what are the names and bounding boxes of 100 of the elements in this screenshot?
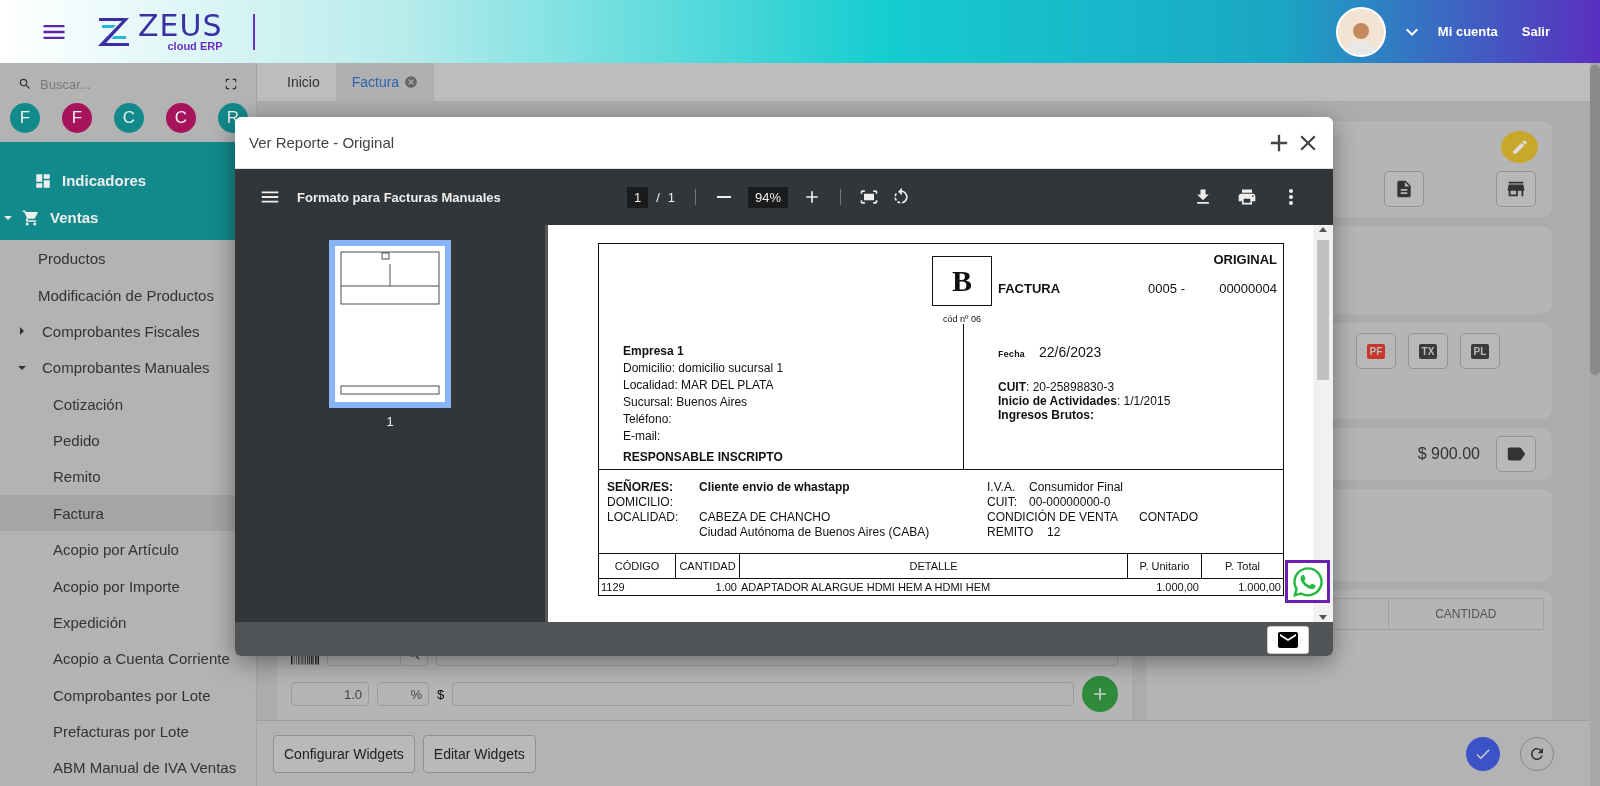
minus-icon — [717, 196, 732, 198]
column-header: P. Unitario — [1127, 554, 1201, 578]
page-thumbnail[interactable] — [329, 240, 451, 408]
customer-value: CABEZA DE CHANCHO — [699, 510, 832, 524]
customer-value: Ciudad Autónoma de Buenos Aires (CABA) — [699, 525, 931, 539]
customer-label: SEÑOR/ES: — [607, 480, 674, 494]
dialog-title: Ver Reporte - Original — [249, 134, 395, 151]
tab[interactable]: Inicio — [271, 63, 336, 101]
fit-page-button[interactable] — [859, 187, 880, 207]
invoice-type: FACTURA — [998, 281, 1061, 296]
customer-label: REMITO — [987, 525, 1035, 539]
page-count: 1 — [667, 189, 676, 205]
customer-value: CONTADO — [1139, 510, 1200, 524]
confirm-button[interactable] — [1466, 736, 1500, 771]
customer-label: CONDICIÓN DE VENTA — [987, 510, 1120, 524]
copy-label: ORIGINAL — [1213, 252, 1277, 267]
document-button[interactable] — [1384, 171, 1424, 207]
company-detail: Teléfono: — [623, 412, 673, 426]
customer-label: CUIT: — [987, 495, 1017, 509]
caret-icon — [18, 327, 26, 336]
shortcut-avatar[interactable]: F — [62, 103, 92, 133]
menu-item[interactable]: Acopio a Cuenta Corriente — [0, 640, 240, 677]
scrollbar[interactable] — [1313, 225, 1333, 622]
column-header: CANTIDAD — [675, 554, 739, 578]
customer-value: 00-00000000-0 — [1029, 495, 1112, 509]
print-button[interactable] — [1237, 187, 1257, 207]
file-format-button[interactable]: TX — [1408, 333, 1448, 369]
scrollbar[interactable] — [1590, 63, 1600, 786]
invoice-date: 22/6/2023 — [1039, 344, 1102, 360]
table-cell-text: 1.000,00 — [1155, 580, 1200, 595]
company-detail: E-mail: — [623, 429, 662, 443]
sale-point: 0005 - — [1148, 281, 1185, 296]
page-field[interactable]: 1 — [627, 186, 649, 208]
total-amount: $ 900.00 — [1417, 445, 1480, 463]
shortcut-avatar[interactable]: C — [114, 103, 144, 133]
column-header: CANTIDAD — [1387, 599, 1543, 629]
date-label: Fecha — [998, 350, 1025, 360]
customer-value: 12 — [1047, 525, 1062, 539]
more-icon — [1289, 189, 1293, 205]
tax-detail: Ingresos Brutos: — [998, 408, 1095, 422]
percent-field[interactable]: % — [377, 682, 429, 706]
document-title: Formato para Facturas Manuales — [297, 189, 502, 205]
print-icon — [1237, 187, 1257, 207]
logout-link[interactable]: Salir — [1521, 24, 1550, 39]
currency-label: $ — [437, 686, 445, 702]
logo-name: ZEUS — [138, 11, 223, 41]
customer-label: DOMICILIO: — [607, 495, 674, 509]
thumbnail-label: 1 — [386, 414, 394, 429]
tax-detail: CUIT: 20-25898830-3 — [998, 380, 1116, 394]
price-field[interactable] — [452, 682, 1074, 706]
logo-tagline: cloud ERP — [167, 41, 223, 52]
shortcut-avatar[interactable]: C — [166, 103, 196, 133]
tag-button[interactable] — [1496, 436, 1536, 472]
company-detail: Sucursal: Buenos Aires — [623, 395, 749, 409]
quantity-field[interactable]: 1.0 — [291, 682, 369, 706]
customer-label: LOCALIDAD: — [607, 510, 680, 524]
pencil-icon — [1510, 138, 1529, 156]
table-cell-text: ADAPTADOR ALARGUE HDMI HEM A HDMI HEM — [740, 580, 992, 595]
tax-condition: RESPONSABLE INSCRIPTO — [623, 450, 784, 464]
document-icon — [1394, 179, 1414, 199]
dashboard-icon — [34, 172, 52, 190]
fit-page-icon — [859, 187, 880, 207]
menu-item[interactable]: Comprobantes por Lote — [0, 677, 240, 714]
caret-icon — [4, 214, 12, 222]
column-header: CÓDIGO — [613, 559, 661, 574]
account-link[interactable]: Mi cuenta — [1437, 24, 1498, 39]
column-header: DETALLE — [739, 554, 1127, 578]
search-field[interactable]: Buscar... — [38, 75, 218, 93]
table-cell-text: 1.00 — [714, 580, 738, 595]
company-detail: Localidad: MAR DEL PLATA — [623, 378, 775, 392]
invoice-number: 00000004 — [1219, 281, 1277, 296]
customer-value: Consumidor Final — [1029, 480, 1125, 494]
menu-item[interactable]: Comprobantes Fiscales — [0, 313, 240, 350]
company-detail: Domicilio: domicilio sucursal 1 — [623, 361, 785, 375]
company-name: Empresa 1 — [623, 344, 685, 358]
menu-item[interactable]: Ventas — [0, 199, 240, 237]
cart-icon — [22, 209, 40, 227]
shortcut-avatar[interactable]: F — [10, 103, 40, 133]
menu-item[interactable]: Comprobantes Manuales — [0, 349, 240, 386]
menu-item[interactable]: Prefacturas por Lote — [0, 713, 240, 750]
email-button[interactable] — [1267, 626, 1309, 654]
file-format-button[interactable]: PL — [1460, 333, 1500, 369]
zoom-field[interactable]: 94% — [748, 186, 789, 208]
whatsapp-button[interactable] — [1285, 560, 1330, 603]
column-header: P. Total — [1201, 554, 1283, 578]
table-cell-text: 1.000,00 — [1237, 580, 1282, 595]
page-separator: / — [656, 189, 660, 205]
close-icon[interactable] — [404, 75, 419, 89]
whatsapp-icon — [1290, 564, 1325, 599]
invoice-code: cód nº 06 — [943, 314, 981, 324]
tax-detail: Inicio de Actividades: 1/1/2015 — [998, 394, 1172, 408]
table-cell-text: 1129 — [600, 580, 626, 595]
customer-label: I.V.A. — [987, 480, 1017, 494]
menu-item[interactable]: ABM Manual de IVA Ventas — [0, 749, 240, 786]
store-button[interactable] — [1496, 171, 1536, 207]
caret-icon — [18, 363, 26, 372]
invoice-letter: B — [932, 256, 992, 306]
widget-button[interactable]: Configurar Widgets — [273, 734, 415, 773]
widget-button[interactable]: Editar Widgets — [422, 734, 536, 773]
menu-item[interactable]: Indicadores — [0, 162, 240, 200]
